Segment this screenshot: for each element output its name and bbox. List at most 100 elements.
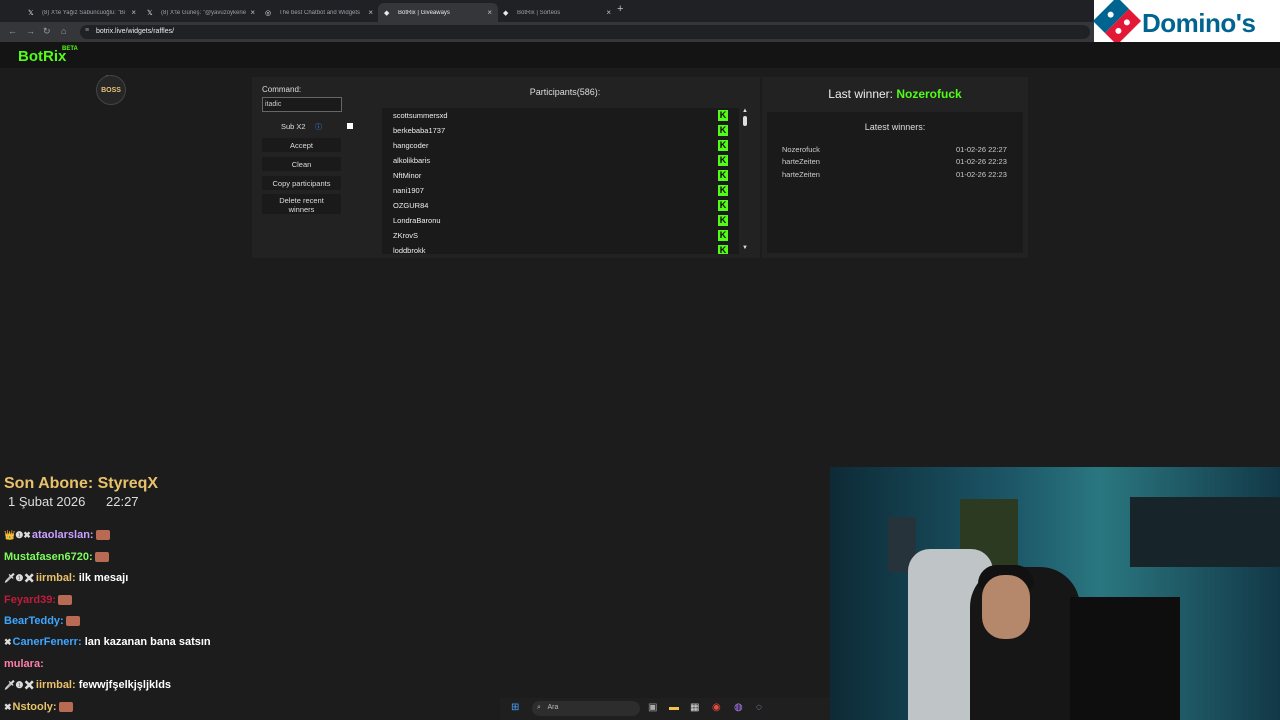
last-subscriber: Son Abone: StyreqX [4, 475, 159, 492]
chat-username: mulara: [4, 658, 44, 670]
sub-x2-label: Sub X2 [281, 122, 306, 131]
tab-x-2[interactable]: 𝕏 (8) X'te Güneş: "@yavuzoykene × [141, 3, 261, 22]
kick-icon: K [718, 200, 728, 211]
tab-title: BotRix | Giveaways [398, 9, 450, 16]
chat-message: 🗡❶✖iirmbal: ilk mesajı [4, 572, 128, 584]
participants-scrollbar[interactable]: ▲ ▼ [740, 108, 750, 254]
list-item[interactable]: berkebaba1737 K [382, 123, 739, 138]
copy-participants-button[interactable]: Copy participants [262, 176, 341, 190]
chrome-icon[interactable]: ◉ [712, 702, 721, 713]
emote-icon [58, 702, 73, 713]
tab-x-1[interactable]: 𝕏 (8) X'te Yağız Sabuncuoğlu: "Bi × [22, 3, 142, 22]
scroll-up-icon[interactable]: ▲ [742, 108, 748, 114]
list-item[interactable]: scottsummersxd K [382, 108, 739, 123]
new-tab-button[interactable]: + [617, 3, 623, 15]
list-item[interactable]: LondraBaronu K [382, 213, 739, 228]
chat-message: ✖Nstooly: [4, 701, 73, 713]
list-item[interactable]: ZKrovS K [382, 228, 739, 243]
botrix-header: BotRix BETA [0, 42, 1280, 68]
task-view-icon[interactable]: ▣ [648, 702, 657, 713]
overlay-time: 22:27 [106, 494, 139, 509]
chat-username: ataolarslan: [31, 529, 94, 541]
kick-icon: K [718, 125, 728, 136]
kick-icon: K [718, 170, 728, 181]
participants-list[interactable]: scottsummersxd K berkebaba1737 K hangcoder… [382, 108, 739, 254]
chat-message: Mustafasen6720: [4, 551, 109, 563]
participant-name: hangcoder [393, 141, 429, 150]
kick-icon: K [718, 140, 728, 151]
webcam-feed [830, 467, 1280, 720]
scroll-down-icon[interactable]: ▼ [742, 245, 748, 251]
close-icon[interactable]: × [606, 8, 611, 17]
chat-message: mulara: [4, 658, 44, 670]
steam-icon[interactable]: ◌ [756, 702, 762, 713]
delete-recent-winners-button[interactable]: Delete recent winners [262, 194, 341, 214]
winner-name: harteZeiten [782, 157, 820, 166]
chat-username: Mustafasen6720: [4, 551, 93, 563]
latest-winners-title: Latest winners: [864, 122, 926, 132]
taskbar-search[interactable]: ⌕ Ara [532, 701, 640, 716]
participant-name: berkebaba1737 [393, 126, 446, 135]
accept-button[interactable]: Accept [262, 138, 341, 152]
scroll-thumb[interactable] [743, 116, 747, 126]
winner-date: 01-02-26 22:23 [956, 170, 1007, 179]
tab-chatbot[interactable]: ◎ The best Chatbot and Widgets × [259, 3, 379, 22]
back-icon[interactable]: ← [8, 26, 17, 36]
file-explorer-icon[interactable]: ▬ [669, 702, 679, 713]
winner-name: Nozerofuck [782, 145, 820, 154]
clean-button[interactable]: Clean [262, 157, 341, 171]
tab-title: (8) X'te Güneş: "@yavuzoykene [161, 9, 247, 16]
overlay-date: 1 Şubat 2026 [8, 494, 86, 509]
chat-text: lan kazanan bana satsın [84, 636, 211, 648]
info-icon[interactable]: ⓘ [315, 122, 322, 132]
windows-start-icon[interactable]: ⊞ [511, 702, 519, 713]
sub-x2-checkbox[interactable] [347, 123, 353, 129]
chat-badges: ✖ [4, 702, 12, 712]
botrix-icon: ◆ [503, 9, 509, 17]
discord-icon[interactable]: ◍ [734, 702, 743, 713]
participant-name: alkolikbaris [393, 156, 431, 165]
close-icon[interactable]: × [368, 8, 373, 17]
list-item[interactable]: NftMinor K [382, 168, 739, 183]
latest-winners-box [767, 112, 1023, 253]
tab-sorteos[interactable]: ◆ BotRix | Sorteos × [497, 3, 617, 22]
search-placeholder: Ara [547, 704, 559, 711]
list-item[interactable]: loddbrokk K [382, 243, 739, 254]
store-icon[interactable]: ▦ [690, 702, 699, 713]
list-item[interactable]: nani1907 K [382, 183, 739, 198]
last-winner-label: Last winner: [828, 87, 893, 101]
x-icon: 𝕏 [147, 9, 153, 17]
user-avatar[interactable]: BOSS [96, 75, 126, 105]
tab-giveaways[interactable]: ◆ BotRix | Giveaways × [378, 3, 498, 22]
forward-icon[interactable]: → [26, 26, 35, 36]
reload-icon[interactable]: ↻ [43, 26, 51, 37]
home-icon[interactable]: ⌂ [61, 26, 66, 36]
chat-username: CanerFenerr: [12, 636, 82, 648]
list-item[interactable]: alkolikbaris K [382, 153, 739, 168]
list-item[interactable]: hangcoder K [382, 138, 739, 153]
url-field[interactable]: ≡ botrix.live/widgets/raffles/ [80, 25, 1090, 39]
kick-icon: K [718, 230, 728, 241]
winner-date: 01-02-26 22:27 [956, 145, 1007, 154]
kick-icon: K [718, 155, 728, 166]
dominos-logo-icon [1092, 0, 1142, 46]
emote-icon [65, 616, 80, 627]
emote-icon [94, 552, 109, 563]
close-icon[interactable]: × [487, 8, 492, 17]
winner-date: 01-02-26 22:23 [956, 157, 1007, 166]
participant-name: ZKrovS [393, 231, 419, 240]
emote-icon [95, 530, 110, 541]
tab-title: The best Chatbot and Widgets [279, 9, 361, 16]
tab-title: (8) X'te Yağız Sabuncuoğlu: "Bi [42, 9, 126, 16]
kick-icon: K [718, 185, 728, 196]
command-input[interactable]: itadic [262, 97, 342, 112]
site-info-icon[interactable]: ≡ [85, 27, 89, 34]
chat-message: Feyard39: [4, 594, 72, 606]
chat-username: Feyard39: [4, 594, 56, 606]
close-icon[interactable]: × [250, 8, 255, 17]
close-icon[interactable]: × [131, 8, 136, 17]
kick-icon: K [718, 215, 728, 226]
botrix-logo[interactable]: BotRix [18, 48, 66, 65]
list-item[interactable]: OZGUR84 K [382, 198, 739, 213]
last-winner-name: Nozerofuck [896, 87, 962, 101]
